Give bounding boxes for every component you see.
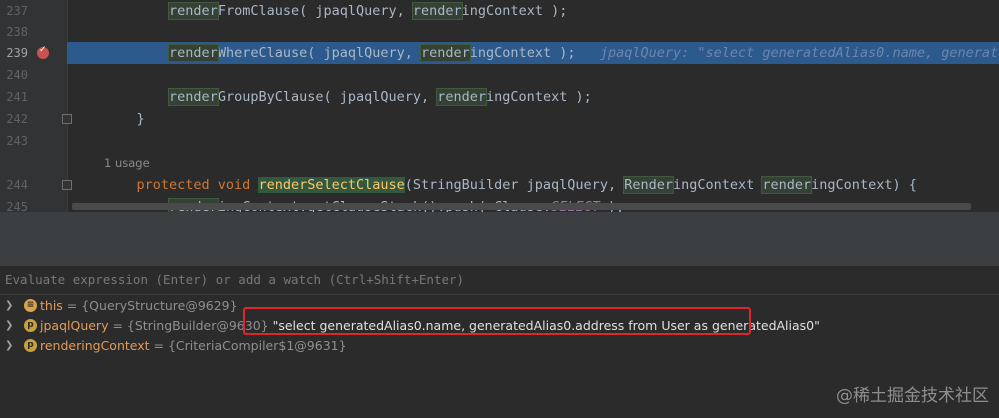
variable-value: {QueryStructure@9629} [81,298,238,313]
usage-hint-line[interactable]: 1 usage [0,152,999,174]
code-text: renderWhereClause( jpaqlQuery, rendering… [104,42,999,64]
debugger-variables-pane: Evaluate expression (Enter) or add a wat… [0,212,999,418]
code-line[interactable]: 241 renderGroupByClause( jpaqlQuery, ren… [0,86,999,108]
watermark: @稀土掘金技术社区 [836,386,989,406]
code-line[interactable]: 238 [0,21,999,43]
code-line[interactable]: 239 renderWhereClause( jpaqlQuery, rende… [0,42,999,64]
line-number: 243 [6,134,28,148]
field-icon: ≡ [24,299,37,312]
fold-icon[interactable] [62,114,72,124]
usage-count[interactable]: 1 usage [104,152,150,174]
code-line[interactable]: 244 protected void renderSelectClause(St… [0,174,999,196]
evaluate-expression-input[interactable]: Evaluate expression (Enter) or add a wat… [0,266,999,295]
expand-arrow-icon[interactable]: ❯ [5,336,13,356]
line-number: 241 [6,90,28,104]
code-line[interactable]: 240 [0,64,999,86]
code-editor[interactable]: 237 renderFromClause( jpaqlQuery, render… [0,0,999,212]
parameter-icon: p [24,319,37,332]
code-text: renderFromClause( jpaqlQuery, renderingC… [168,2,568,20]
line-number: 245 [6,200,28,212]
fold-icon[interactable] [62,180,72,190]
code-line[interactable]: 242 } [0,108,999,130]
line-number: 238 [6,25,28,39]
inline-value-hint: jpaqlQuery: "select generatedAlias0.name… [599,45,999,61]
breakpoint-icon[interactable] [37,45,49,59]
variable-row[interactable]: ❯ p renderingContext = {CriteriaCompiler… [0,336,999,356]
debugger-toolbar-area [0,212,999,267]
horizontal-scrollbar[interactable] [72,203,971,210]
line-number: 237 [6,4,28,18]
code-text: protected void renderSelectClause(String… [136,176,917,194]
variable-name: jpaqlQuery [40,318,109,333]
line-number: 242 [6,112,28,126]
expand-arrow-icon[interactable]: ❯ [5,316,13,336]
code-text: } [104,111,145,127]
variable-name: this [40,298,63,313]
variable-name: renderingContext [40,338,150,353]
code-text: renderGroupByClause( jpaqlQuery, renderi… [168,88,592,106]
expand-arrow-icon[interactable]: ❯ [5,296,13,316]
highlight-annotation-box [243,307,751,335]
line-number: 244 [6,178,28,192]
code-line[interactable]: 237 renderFromClause( jpaqlQuery, render… [0,0,999,22]
parameter-icon: p [24,339,37,352]
line-number: 239 [6,46,28,60]
evaluate-placeholder: Evaluate expression (Enter) or add a wat… [5,272,465,287]
line-number: 240 [6,68,28,82]
code-line[interactable]: 243 [0,130,999,152]
variable-value: {CriteriaCompiler$1@9631} [167,338,347,353]
